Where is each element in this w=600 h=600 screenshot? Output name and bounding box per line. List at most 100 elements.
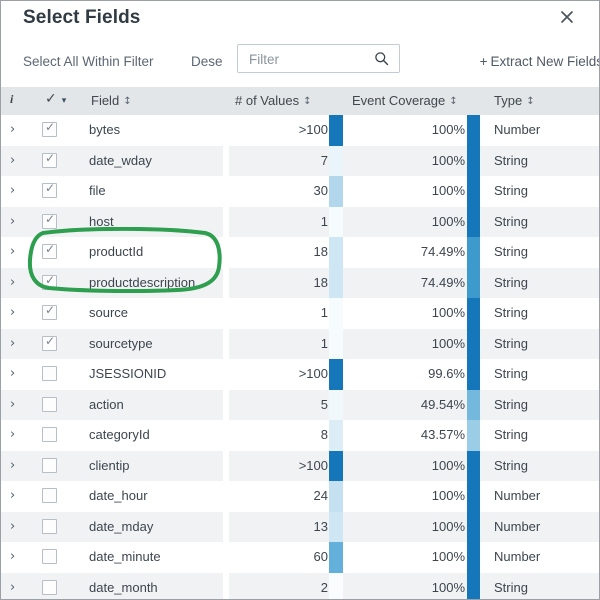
table-row[interactable]: ›✓productId1874.49%String (1, 237, 599, 268)
sort-icon: ↕ (303, 96, 311, 107)
filter-input[interactable] (247, 45, 369, 74)
chevron-right-icon[interactable]: › (10, 549, 15, 564)
row-checkbox[interactable] (42, 549, 57, 564)
coverage-percent: 100% (379, 458, 465, 473)
values-bar (329, 481, 343, 512)
row-checkbox[interactable]: ✓ (42, 275, 57, 290)
check-icon: ✓ (45, 273, 55, 287)
field-name-label: action (89, 397, 124, 412)
column-header-type[interactable]: Type↕ (494, 93, 535, 108)
row-checkbox[interactable] (42, 427, 57, 442)
select-all-checkbox-header[interactable]: ✓▾ (45, 91, 66, 107)
row-checkbox[interactable] (42, 580, 57, 595)
chevron-right-icon[interactable]: › (10, 122, 15, 137)
chevron-right-icon[interactable]: › (10, 183, 15, 198)
chevron-right-icon[interactable]: › (10, 244, 15, 259)
check-icon: ✓ (45, 151, 55, 165)
values-bar (329, 176, 343, 207)
values-count: 18 (229, 244, 328, 259)
values-bar (329, 207, 343, 238)
search-icon[interactable] (374, 51, 389, 66)
coverage-bar (467, 359, 480, 390)
table-row[interactable]: ›✓source1100%String (1, 298, 599, 329)
values-bar (329, 359, 343, 390)
row-checkbox[interactable] (42, 519, 57, 534)
table-row[interactable]: ›date_mday13100%Number (1, 512, 599, 543)
table-row[interactable]: ›✓file30100%String (1, 176, 599, 207)
row-checkbox[interactable]: ✓ (42, 305, 57, 320)
table-row[interactable]: ›clientip>100100%String (1, 451, 599, 482)
table-row[interactable]: ›✓bytes>100100%Number (1, 115, 599, 146)
row-checkbox[interactable] (42, 397, 57, 412)
chevron-right-icon[interactable]: › (10, 458, 15, 473)
values-count: 24 (229, 488, 328, 503)
chevron-right-icon[interactable]: › (10, 336, 15, 351)
chevron-down-icon[interactable]: ▾ (62, 95, 67, 105)
row-stats-cell: >10099.6%String (229, 359, 599, 390)
field-type-label: String (494, 366, 528, 381)
check-icon: ✓ (45, 91, 57, 107)
row-checkbox[interactable]: ✓ (42, 153, 57, 168)
coverage-percent: 100% (379, 183, 465, 198)
chevron-right-icon[interactable]: › (10, 305, 15, 320)
chevron-right-icon[interactable]: › (10, 275, 15, 290)
row-checkbox[interactable]: ✓ (42, 336, 57, 351)
table-row[interactable]: ›✓host1100%String (1, 207, 599, 238)
row-field-cell: ›✓date_wday (1, 146, 223, 177)
row-stats-cell: 60100%Number (229, 542, 599, 573)
deselect-all-link[interactable]: Dese (191, 54, 223, 69)
chevron-right-icon[interactable]: › (10, 519, 15, 534)
row-checkbox[interactable] (42, 458, 57, 473)
chevron-right-icon[interactable]: › (10, 580, 15, 595)
column-header-field[interactable]: Field↕ (91, 93, 132, 108)
field-type-label: Number (494, 488, 540, 503)
field-type-label: String (494, 244, 528, 259)
row-checkbox[interactable]: ✓ (42, 183, 57, 198)
row-stats-cell: 30100%String (229, 176, 599, 207)
row-checkbox[interactable] (42, 366, 57, 381)
extract-new-fields-link[interactable]: +Extract New Fields (480, 54, 600, 69)
table-row[interactable]: ›✓productdescription1874.49%String (1, 268, 599, 299)
values-count: 60 (229, 549, 328, 564)
close-icon[interactable] (557, 9, 577, 29)
field-name-label: categoryId (89, 427, 150, 442)
row-stats-cell: 7100%String (229, 146, 599, 177)
chevron-right-icon[interactable]: › (10, 488, 15, 503)
info-icon[interactable]: i (10, 92, 13, 107)
table-row[interactable]: › JSESSIONID >10099.6%String (1, 359, 599, 390)
field-type-label: String (494, 397, 528, 412)
coverage-percent: 100% (379, 305, 465, 320)
check-icon: ✓ (45, 303, 55, 317)
chevron-right-icon[interactable]: › (10, 397, 15, 412)
coverage-percent: 43.57% (379, 427, 465, 442)
table-row[interactable]: ›date_minute60100%Number (1, 542, 599, 573)
field-type-label: String (494, 458, 528, 473)
row-checkbox[interactable] (42, 488, 57, 503)
table-row[interactable]: ›date_month2100%String (1, 573, 599, 600)
column-header-coverage[interactable]: Event Coverage↕ (352, 93, 458, 108)
coverage-bar (467, 420, 480, 451)
chevron-right-icon[interactable]: › (10, 214, 15, 229)
table-row[interactable]: ›date_hour24100%Number (1, 481, 599, 512)
row-field-cell: › JSESSIONID (1, 359, 223, 390)
check-icon: ✓ (45, 242, 55, 256)
row-stats-cell: 13100%Number (229, 512, 599, 543)
values-count: 13 (229, 519, 328, 534)
column-header-values[interactable]: # of Values↕ (235, 93, 311, 108)
filter-search-box[interactable] (237, 44, 400, 73)
table-row[interactable]: ›categoryId843.57%String (1, 420, 599, 451)
row-checkbox[interactable]: ✓ (42, 244, 57, 259)
chevron-right-icon[interactable]: › (10, 366, 15, 381)
table-row[interactable]: ›✓sourcetype1100%String (1, 329, 599, 360)
row-checkbox[interactable]: ✓ (42, 122, 57, 137)
select-all-within-filter-link[interactable]: Select All Within Filter (23, 54, 154, 69)
field-name-label: JSESSIONID (89, 366, 166, 381)
coverage-percent: 74.49% (379, 244, 465, 259)
row-checkbox[interactable]: ✓ (42, 214, 57, 229)
table-row[interactable]: ›action549.54%String (1, 390, 599, 421)
chevron-right-icon[interactable]: › (10, 153, 15, 168)
coverage-percent: 100% (379, 153, 465, 168)
chevron-right-icon[interactable]: › (10, 427, 15, 442)
table-row[interactable]: ›✓date_wday7100%String (1, 146, 599, 177)
row-field-cell: › categoryId (1, 420, 223, 451)
